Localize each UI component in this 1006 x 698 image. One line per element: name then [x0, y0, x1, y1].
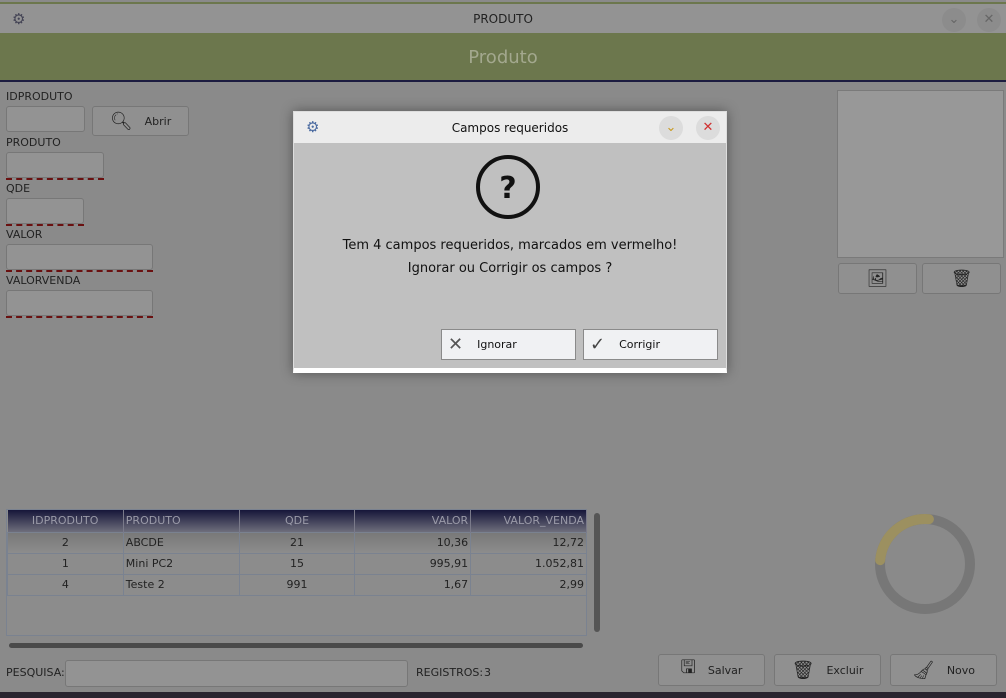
- column-header[interactable]: VALOR: [354, 510, 472, 532]
- horizontal-scrollbar[interactable]: [9, 643, 583, 648]
- new-button-label: Novo: [946, 663, 976, 677]
- idproduto-label: IDPRODUTO: [6, 90, 73, 103]
- dialog-message-line1: Tem 4 campos requeridos, marcados em ver…: [342, 238, 678, 253]
- column-header[interactable]: QDE: [239, 510, 356, 532]
- fix-button-label: Corrigir: [619, 338, 660, 351]
- dialog-message-line2: Ignorar ou Corrigir os campos ?: [407, 261, 613, 276]
- required-marker: [6, 316, 153, 318]
- floppy-icon: 🖫: [680, 657, 696, 678]
- svg-text:?: ?: [499, 171, 516, 206]
- cell: Teste 2: [122, 573, 240, 596]
- open-button[interactable]: 🔍︎ Abrir: [92, 106, 189, 136]
- add-image-button[interactable]: 🖼︎: [838, 263, 917, 294]
- save-button-label: Salvar: [707, 663, 743, 677]
- checkmark-icon: ✓: [590, 334, 606, 355]
- cell: 15: [238, 552, 356, 575]
- idproduto-input[interactable]: [6, 106, 85, 132]
- minimize-button[interactable]: ⌄: [942, 8, 966, 32]
- ignore-button[interactable]: ✕ Ignorar: [441, 329, 576, 360]
- broom-icon: 🧹︎: [911, 659, 935, 681]
- search-input[interactable]: [65, 660, 408, 687]
- table-row[interactable]: 4 Teste 2 991 1,67 2,99: [7, 573, 587, 596]
- cell: Mini PC2: [122, 552, 240, 575]
- dialog-close-button[interactable]: ✕: [696, 116, 720, 140]
- qde-input[interactable]: [6, 198, 84, 224]
- cell: 12,72: [470, 531, 587, 554]
- valor-label: VALOR: [6, 228, 43, 241]
- image-add-icon: 🖼︎: [866, 268, 889, 289]
- cell: 1: [7, 552, 124, 575]
- close-button[interactable]: ✕: [977, 8, 1001, 32]
- cell: 995,91: [354, 552, 472, 575]
- progress-ring: [875, 514, 975, 615]
- delete-button[interactable]: 🗑︎ Excluir: [774, 654, 881, 686]
- fix-button[interactable]: ✓ Corrigir: [583, 329, 718, 360]
- search-label: PESQUISA:: [6, 666, 65, 679]
- valorvenda-label: VALORVENDA: [6, 274, 81, 287]
- valor-input[interactable]: [6, 244, 153, 270]
- window-titlebar: ⚙ PRODUTO ⌄ ✕: [0, 2, 1006, 33]
- window-title: PRODUTO: [473, 12, 533, 26]
- qde-label: QDE: [6, 182, 31, 195]
- cell: 21: [238, 531, 356, 554]
- cell: 991: [238, 573, 356, 596]
- column-header[interactable]: PRODUTO: [123, 510, 240, 532]
- magnifier-icon: 🔍︎: [109, 110, 133, 132]
- produto-input[interactable]: [6, 152, 104, 178]
- records-label: REGISTROS:: [416, 666, 484, 679]
- cell: 10,36: [354, 531, 472, 554]
- column-header[interactable]: IDPRODUTO: [7, 510, 124, 532]
- trash-icon: 🗑︎: [791, 659, 815, 681]
- page-header: Produto: [0, 33, 1006, 82]
- ignore-button-label: Ignorar: [477, 338, 517, 351]
- dialog-minimize-button[interactable]: ⌄: [659, 116, 683, 140]
- trash-icon: 🗑︎: [950, 268, 973, 289]
- cell: 4: [7, 573, 124, 596]
- cell: 2: [7, 531, 124, 554]
- dialog-titlebar: ⚙ Campos requeridos ⌄ ✕: [294, 112, 726, 143]
- save-button[interactable]: 🖫 Salvar: [658, 654, 765, 686]
- x-icon: ✕: [448, 334, 464, 355]
- column-header[interactable]: VALOR_VENDA: [470, 510, 587, 532]
- new-button[interactable]: 🧹︎ Novo: [890, 654, 997, 686]
- required-fields-dialog: ⚙ Campos requeridos ⌄ ✕ ? Tem 4 campos r…: [293, 111, 727, 373]
- produto-label: PRODUTO: [6, 136, 61, 149]
- required-marker: [6, 178, 104, 180]
- cell: 2,99: [470, 573, 587, 596]
- products-table: IDPRODUTO PRODUTO QDE VALOR VALOR_VENDA …: [6, 509, 587, 636]
- vertical-scrollbar[interactable]: [594, 513, 600, 632]
- cell: 1.052,81: [470, 552, 587, 575]
- required-marker: [6, 224, 84, 226]
- product-image-box: [837, 90, 1004, 258]
- page-title: Produto: [468, 47, 538, 68]
- table-row[interactable]: 1 Mini PC2 15 995,91 1.052,81: [7, 552, 587, 575]
- table-row[interactable]: 2 ABCDE 21 10,36 12,72: [7, 531, 587, 554]
- valorvenda-input[interactable]: [6, 290, 153, 316]
- question-icon: ?: [476, 155, 540, 219]
- cell: 1,67: [354, 573, 472, 596]
- delete-button-label: Excluir: [826, 663, 864, 677]
- open-button-label: Abrir: [144, 114, 172, 128]
- cell: ABCDE: [122, 531, 240, 554]
- records-count: 3: [484, 666, 491, 679]
- remove-image-button[interactable]: 🗑︎: [922, 263, 1001, 294]
- required-marker: [6, 270, 153, 272]
